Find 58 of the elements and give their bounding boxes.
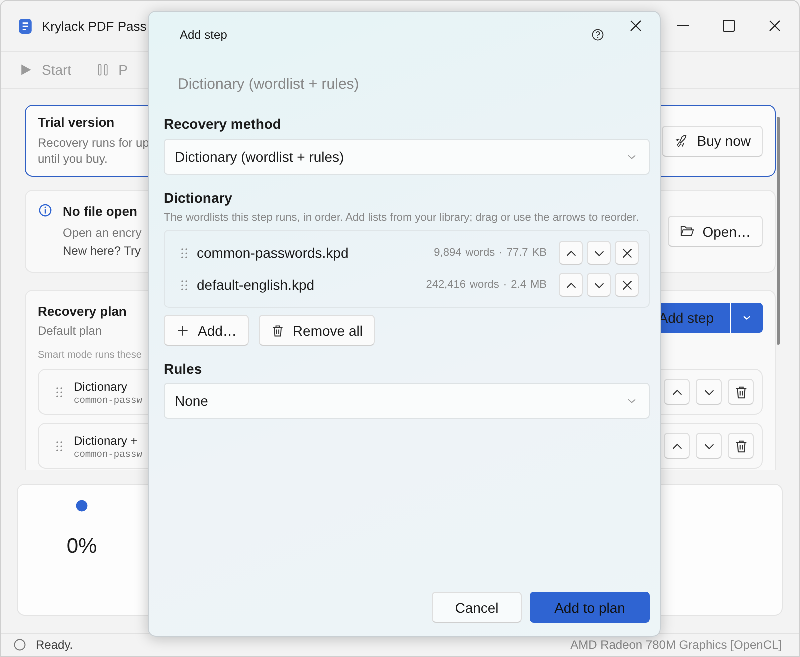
play-icon — [19, 63, 33, 77]
field-label: Recovery method — [164, 116, 282, 132]
progress-percent: 0% — [66, 535, 98, 559]
close-icon[interactable] — [767, 18, 783, 34]
trash-icon — [734, 384, 748, 400]
window-title: Krylack PDF Pass — [42, 18, 147, 34]
remove-button[interactable] — [615, 273, 639, 297]
card-text: until you buy. — [38, 151, 108, 167]
move-down-button[interactable] — [587, 273, 611, 297]
delete-button[interactable] — [728, 379, 754, 405]
remove-all-button[interactable]: Remove all — [258, 315, 375, 346]
trash-icon — [734, 438, 748, 454]
rocket-icon — [674, 134, 690, 148]
help-icon[interactable] — [591, 28, 605, 42]
move-up-button[interactable] — [559, 241, 583, 265]
field-hint: The wordlists this step runs, in order. Add lists from your library; drag or use the arrows to reorder. — [164, 211, 640, 226]
remove-button[interactable] — [615, 241, 639, 265]
delete-button[interactable] — [728, 433, 754, 459]
open-button[interactable]: Open… — [668, 216, 763, 247]
card-title: Trial version — [38, 115, 115, 130]
status-text: Ready. — [36, 638, 74, 652]
wordlist-info: 242,416 words · 2.4 MB — [426, 279, 547, 291]
device-name: AMD Radeon 780M Graphics [OpenCL] — [570, 638, 782, 652]
wordlist-name: common-passwords.kpd — [197, 245, 349, 261]
method-dropdown[interactable]: Dictionary (wordlist + rules) — [164, 139, 650, 175]
card-text: Open an encry — [63, 225, 142, 242]
maximize-icon[interactable] — [721, 18, 737, 34]
pause-icon — [96, 63, 110, 77]
dialog-title: Add step — [180, 28, 228, 42]
step-detail: common-passw — [74, 394, 142, 406]
status-icon — [13, 638, 27, 652]
folder-icon — [680, 224, 695, 239]
plan-name: Default plan — [38, 324, 102, 338]
rules-dropdown[interactable]: None — [164, 383, 650, 419]
field-label: Dictionary — [164, 190, 234, 206]
move-down-button[interactable] — [587, 241, 611, 265]
card-text: New here? Try — [63, 243, 142, 260]
buy-now-button[interactable]: Buy now — [662, 126, 763, 156]
scrollbar[interactable] — [777, 117, 780, 345]
info-icon — [38, 203, 53, 218]
step-name: Dictionary + — [74, 432, 138, 448]
dialog-heading: Dictionary (wordlist + rules) — [177, 76, 360, 93]
cancel-button[interactable]: Cancel — [432, 592, 522, 623]
wordlist-name: default-english.kpd — [197, 277, 315, 293]
app-icon — [17, 18, 34, 34]
move-up-button[interactable] — [559, 273, 583, 297]
field-label: Rules — [164, 361, 204, 377]
add-wordlist-button[interactable]: Add… — [164, 315, 249, 346]
section-title: Recovery plan — [38, 304, 127, 319]
step-detail: common-passw — [74, 448, 142, 460]
card-title: No file open — [63, 203, 138, 220]
step-name: Dictionary — [74, 378, 128, 394]
plan-note: Smart mode runs these — [38, 350, 142, 361]
trash-icon — [270, 324, 285, 338]
status-dot-icon — [75, 499, 89, 513]
wordlist-info: 9,894 words · 77.7 KB — [434, 247, 547, 259]
plus-icon — [176, 324, 190, 338]
close-icon[interactable] — [628, 18, 644, 34]
